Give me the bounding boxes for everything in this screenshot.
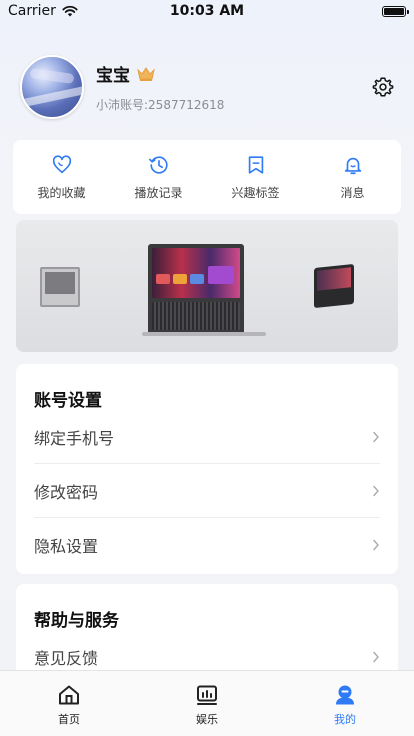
chevron-right-icon: [373, 539, 379, 551]
tab-label-entertainment: 娱乐: [196, 713, 218, 726]
quick-item-history[interactable]: 播放记录: [110, 140, 207, 214]
history-icon: [148, 155, 168, 174]
quick-item-tags[interactable]: 兴趣标签: [207, 140, 304, 214]
privacy-settings-row[interactable]: 隐私设置: [34, 518, 380, 572]
row-label: 修改密码: [34, 482, 99, 502]
status-bar: Carrier 10:03 AM: [0, 0, 414, 22]
crown-icon: [137, 66, 155, 81]
gear-icon[interactable]: [372, 76, 394, 98]
tab-label-profile: 我的: [334, 713, 356, 726]
profile-info: 宝宝 小沛账号:2587712618: [96, 61, 224, 113]
change-password-row[interactable]: 修改密码: [34, 464, 380, 518]
tab-home[interactable]: 首页: [0, 671, 138, 736]
device-stand: [142, 332, 266, 336]
tab-profile[interactable]: 我的: [276, 671, 414, 736]
account-settings-section: 账号设置 绑定手机号 修改密码 隐私设置: [16, 364, 398, 574]
battery-icon: [382, 5, 409, 17]
avatar[interactable]: [20, 55, 84, 119]
tab-bar: 首页 娱乐 我的: [0, 670, 414, 736]
row-label: 隐私设置: [34, 537, 99, 556]
home-icon: [59, 685, 79, 705]
bind-phone-row[interactable]: 绑定手机号: [34, 410, 380, 464]
help-service-section: 帮助与服务 意见反馈: [16, 584, 398, 684]
status-left: Carrier: [8, 3, 78, 19]
profile-header: 宝宝 小沛账号:2587712618: [20, 54, 394, 120]
row-label: 绑定手机号: [34, 428, 115, 448]
chevron-right-icon: [373, 431, 379, 442]
product-banner[interactable]: [16, 220, 398, 352]
entertainment-icon: [197, 685, 217, 705]
chevron-right-icon: [373, 651, 379, 663]
quick-item-favorites[interactable]: 我的收藏: [13, 140, 110, 214]
quick-label-history: 播放记录: [134, 185, 183, 200]
quick-label-favorites: 我的收藏: [37, 185, 86, 200]
device-image-center: [148, 244, 244, 334]
section-title-help: 帮助与服务: [34, 611, 119, 631]
heart-icon: [52, 154, 71, 173]
quick-label-tags: 兴趣标签: [231, 185, 280, 200]
tab-label-home: 首页: [58, 713, 80, 726]
account-id: 小沛账号:2587712618: [96, 98, 225, 112]
wifi-icon: [62, 5, 78, 17]
profile-icon: [336, 685, 354, 705]
section-title-account: 账号设置: [34, 391, 102, 411]
name-row: 宝宝: [96, 61, 224, 86]
quick-label-messages: 消息: [340, 185, 365, 200]
device-image-right: [314, 263, 354, 309]
device-image-left: [40, 267, 80, 307]
carrier-label: Carrier: [8, 3, 56, 19]
quick-item-messages[interactable]: 消息: [304, 140, 401, 214]
user-name: 宝宝: [96, 66, 130, 86]
quick-actions-card: 我的收藏 播放记录 兴趣标签 消息: [13, 140, 401, 214]
chevron-right-icon: [373, 485, 379, 496]
bell-icon: [344, 157, 361, 174]
row-label: 意见反馈: [34, 649, 99, 668]
tab-entertainment[interactable]: 娱乐: [138, 671, 276, 736]
bookmark-icon: [248, 155, 263, 174]
